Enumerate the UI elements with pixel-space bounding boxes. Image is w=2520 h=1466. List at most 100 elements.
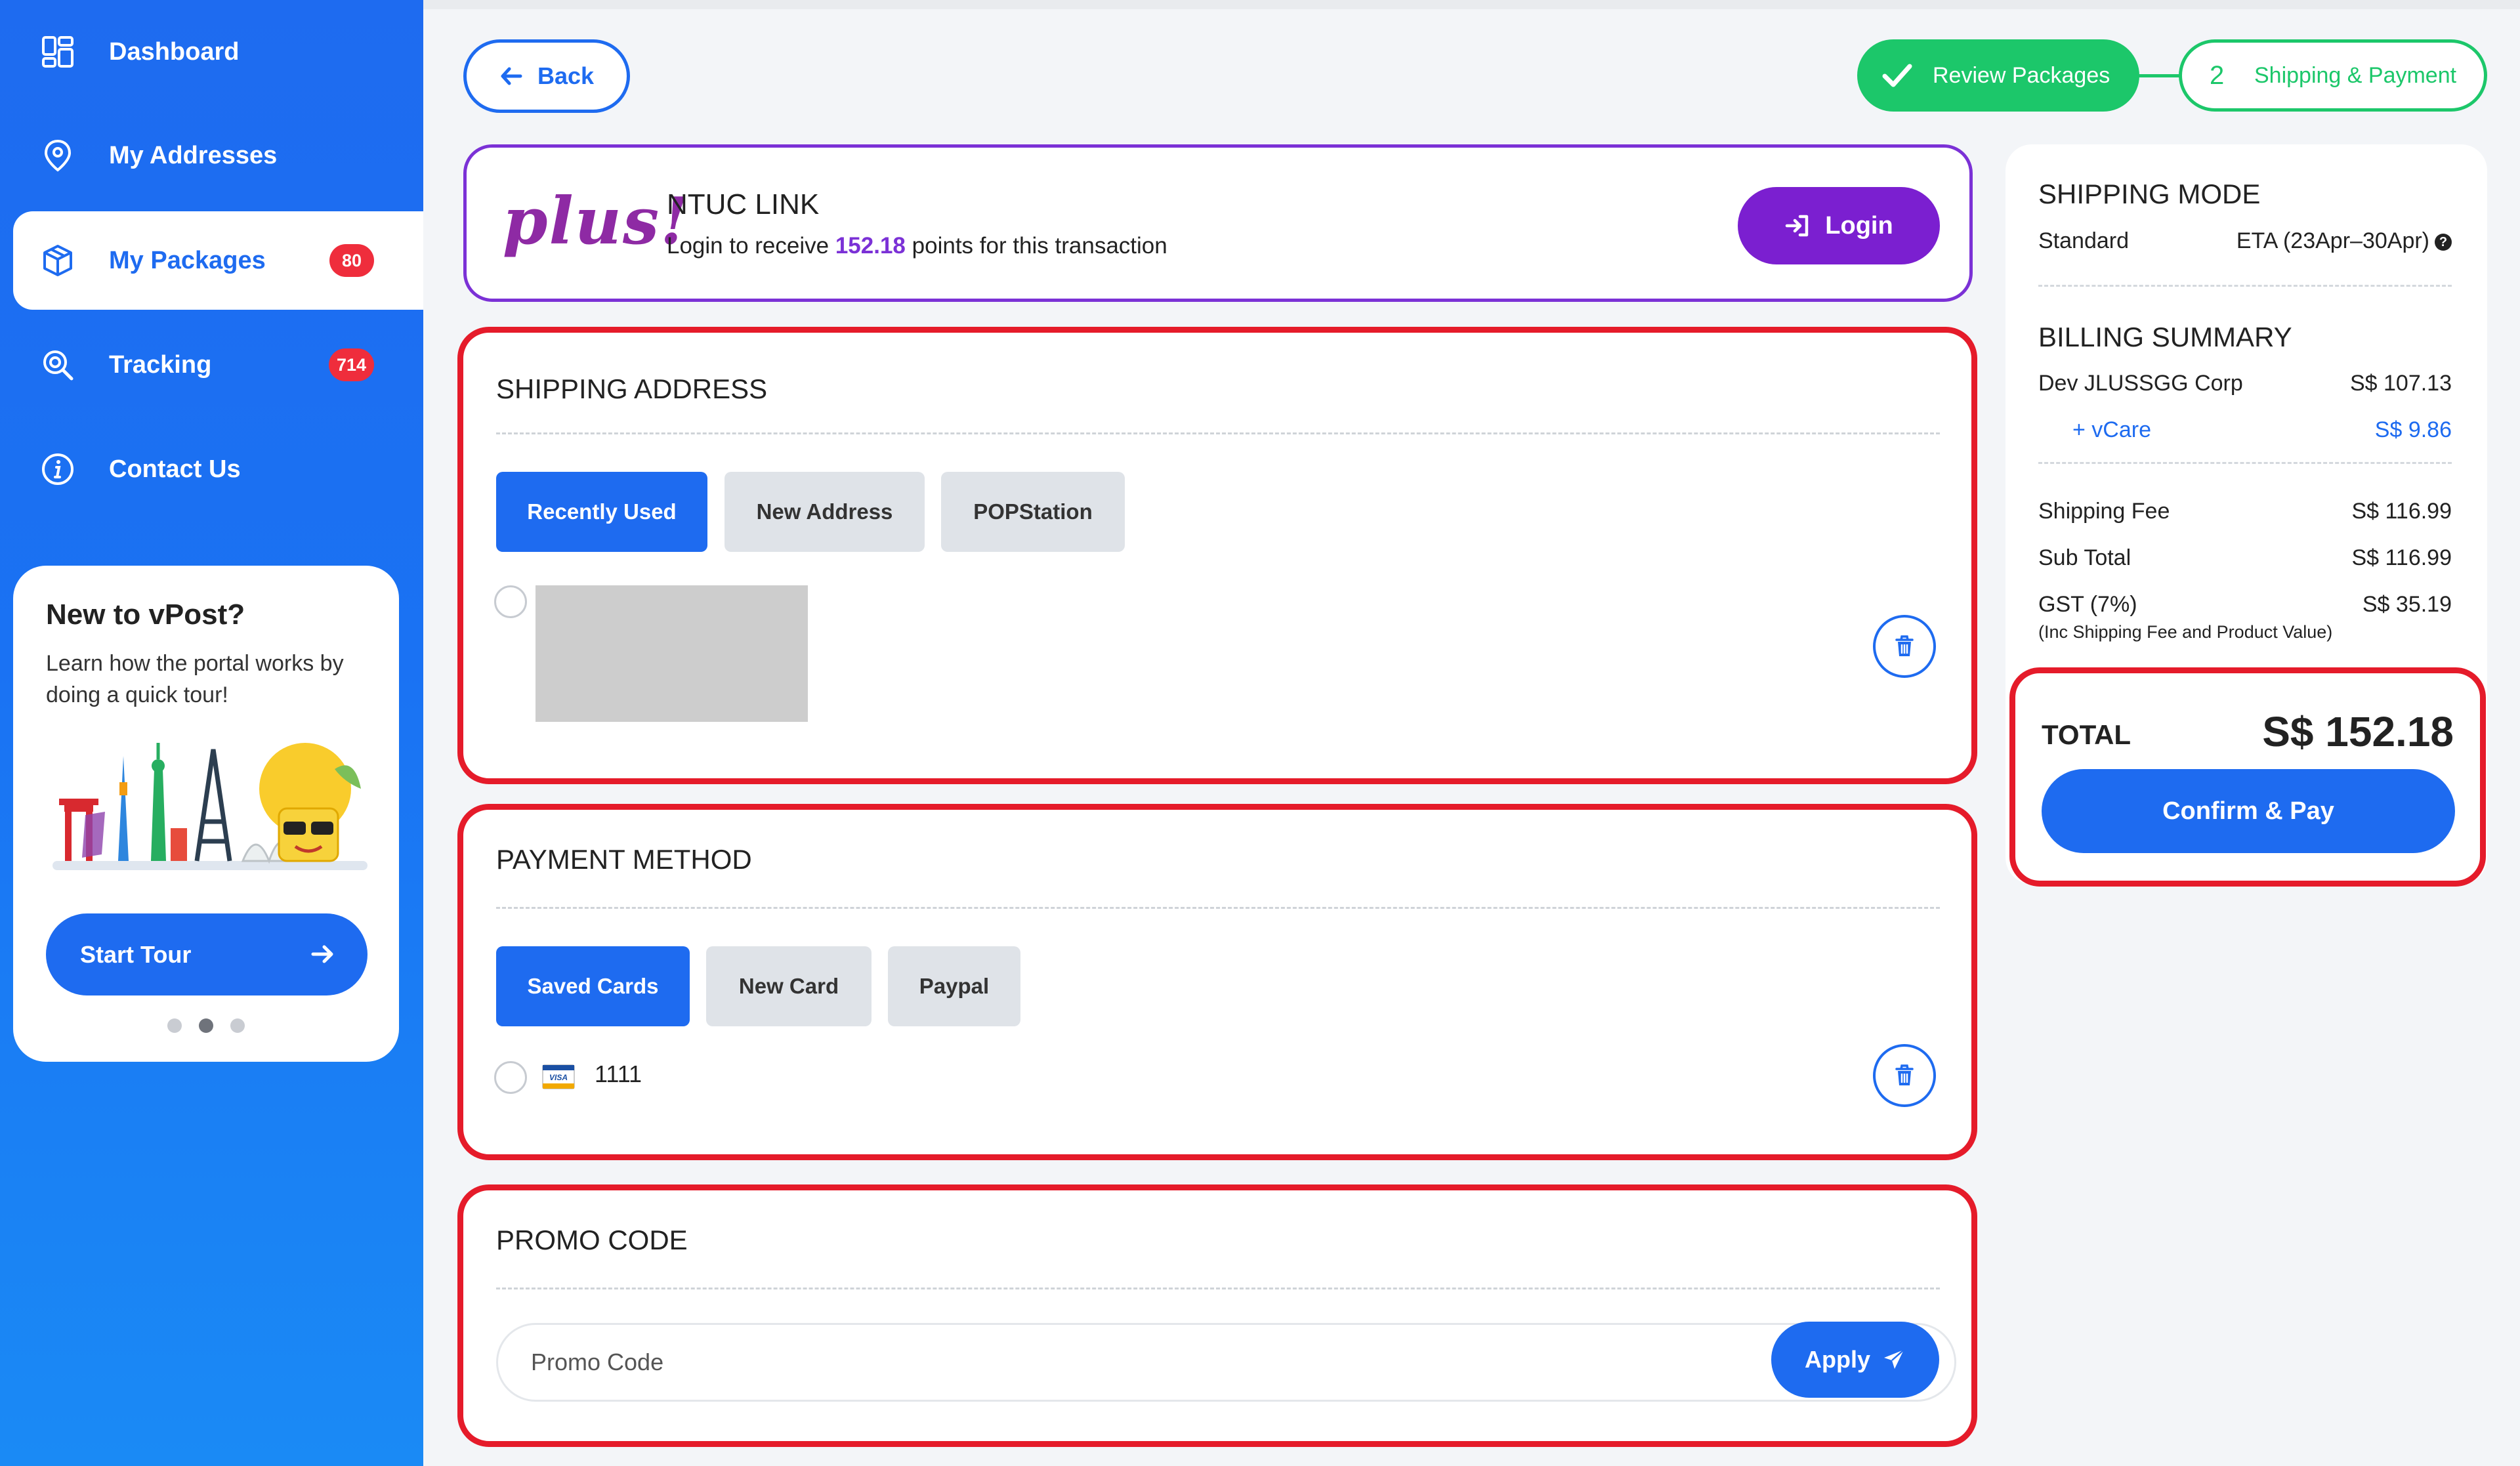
total-box: TOTAL S$ 152.18 Confirm & Pay [2009,667,2486,887]
billing-row-shipping-fee: Shipping Fee S$ 116.99 [2038,499,2452,524]
ntuc-sub-after: points for this transaction [912,233,1167,259]
billing-row-gst: GST (7%) S$ 35.19 [2038,592,2452,618]
tour-text: Learn how the portal works by doing a qu… [46,651,344,707]
start-tour-button[interactable]: Start Tour [46,913,368,995]
billing-value: S$ 107.13 [2349,371,2452,396]
shipping-mode-row: Standard ETA (23Apr–30Apr)? [2038,228,2452,254]
step-number: 2 [2210,60,2225,90]
divider [2038,285,2452,287]
arrow-right-icon [311,945,333,963]
delete-address-button[interactable] [1873,615,1936,678]
plus-logo: plus! [503,184,690,259]
info-icon [42,453,74,485]
visa-brand-text: VISA [549,1073,568,1082]
location-pin-icon [44,139,72,172]
arrow-left-icon [501,67,522,85]
address-preview [536,585,808,722]
ntuc-sub-before: Login to receive [667,233,830,259]
address-radio[interactable] [494,585,527,618]
eta-text: ETA (23Apr–30Apr)? [2236,228,2452,254]
trash-icon [1895,1064,1914,1085]
sidebar-item-contact-us[interactable]: Contact Us [0,420,423,518]
count-badge: 714 [328,348,374,381]
billing-value: S$ 35.19 [2362,592,2452,617]
step-label: Review Packages [1933,62,2110,88]
billing-label: Dev JLUSSGG Corp [2038,371,2243,396]
eta-value: ETA (23Apr–30Apr) [2236,228,2429,253]
trash-icon [1895,635,1914,656]
billing-label: Sub Total [2038,545,2132,570]
step-review-packages[interactable]: Review Packages [1857,39,2139,112]
ntuc-subtitle: Login to receive 152.18 points for this … [667,233,1167,259]
apply-label: Apply [1804,1346,1870,1373]
ntuc-points: 152.18 [835,233,906,259]
package-icon [43,245,72,276]
sidebar: Dashboard My Addresses My Packages 80 Tr… [0,0,423,1466]
payment-method-card: PAYMENT METHOD Saved Cards New Card Payp… [457,804,1977,1160]
section-title: PROMO CODE [496,1225,688,1255]
divider [496,432,1940,434]
divider [496,1288,1940,1289]
divider [2038,462,2452,464]
sidebar-item-label: My Packages [109,246,266,274]
count-badge: 80 [329,244,374,277]
billing-summary-title: BILLING SUMMARY [2038,322,2292,352]
delete-card-button[interactable] [1873,1044,1936,1107]
tab-new-address[interactable]: New Address [724,472,925,552]
send-icon [1884,1349,1904,1369]
carousel-dot-active[interactable] [199,1018,213,1033]
sidebar-item-my-addresses[interactable]: My Addresses [0,106,423,205]
sidebar-item-my-packages[interactable]: My Packages 80 [13,211,423,310]
shipping-mode-title: SHIPPING MODE [2038,178,2261,209]
tour-card: New to vPost? Learn how the portal works… [13,566,399,1062]
card-radio[interactable] [494,1061,527,1094]
step-label: Shipping & Payment [2254,62,2457,88]
tab-recently-used[interactable]: Recently Used [496,472,707,552]
login-button[interactable]: Login [1738,187,1940,264]
world-landmarks-illustration [52,743,368,870]
start-tour-label: Start Tour [80,940,192,968]
billing-row-sub-total: Sub Total S$ 116.99 [2038,545,2452,571]
promo-code-input[interactable] [496,1323,1956,1402]
billing-label: Shipping Fee [2038,499,2170,524]
carousel-dots [167,1018,245,1033]
ntuc-link-card: plus! NTUC LINK Login to receive 152.18 … [463,144,1973,302]
billing-value: S$ 9.86 [2374,417,2452,442]
step-shipping-payment[interactable]: 2 Shipping & Payment [2179,39,2487,112]
sidebar-item-dashboard[interactable]: Dashboard [0,3,423,101]
apply-button[interactable]: Apply [1771,1322,1939,1398]
login-icon [1786,215,1809,237]
total-value: S$ 152.18 [2262,708,2454,755]
sidebar-item-label: Tracking [109,350,212,379]
shipping-address-card: SHIPPING ADDRESS Recently Used New Addre… [457,327,1977,784]
sidebar-item-tracking[interactable]: Tracking 714 [0,316,423,414]
billing-label: + vCare [2072,417,2151,442]
login-label: Login [1825,211,1893,240]
tracking-icon [43,350,74,381]
ntuc-title: NTUC LINK [667,188,820,220]
confirm-pay-button[interactable]: Confirm & Pay [2042,769,2455,853]
visa-card-icon: VISA [542,1064,575,1089]
tour-title: New to vPost? [46,598,245,631]
back-button[interactable]: Back [463,39,630,113]
carousel-dot[interactable] [230,1018,245,1033]
help-icon[interactable]: ? [2435,234,2452,251]
step-connector [2138,74,2180,77]
gst-note: (Inc Shipping Fee and Product Value) [2038,622,2333,642]
sidebar-item-label: Contact Us [109,455,241,483]
billing-value: S$ 116.99 [2351,545,2452,570]
section-title: SHIPPING ADDRESS [496,373,768,404]
tab-saved-cards[interactable]: Saved Cards [496,946,690,1026]
divider [496,907,1940,909]
billing-value: S$ 116.99 [2351,499,2452,524]
tab-paypal[interactable]: Paypal [888,946,1020,1026]
section-title: PAYMENT METHOD [496,844,752,875]
tab-popstation[interactable]: POPStation [941,472,1125,552]
shipping-mode-value: Standard [2038,228,2129,253]
tab-new-card[interactable]: New Card [706,946,872,1026]
back-label: Back [537,62,595,89]
top-border [423,0,2520,9]
dashboard-icon [42,36,74,68]
card-last4: 1111 [595,1060,642,1087]
carousel-dot[interactable] [167,1018,182,1033]
